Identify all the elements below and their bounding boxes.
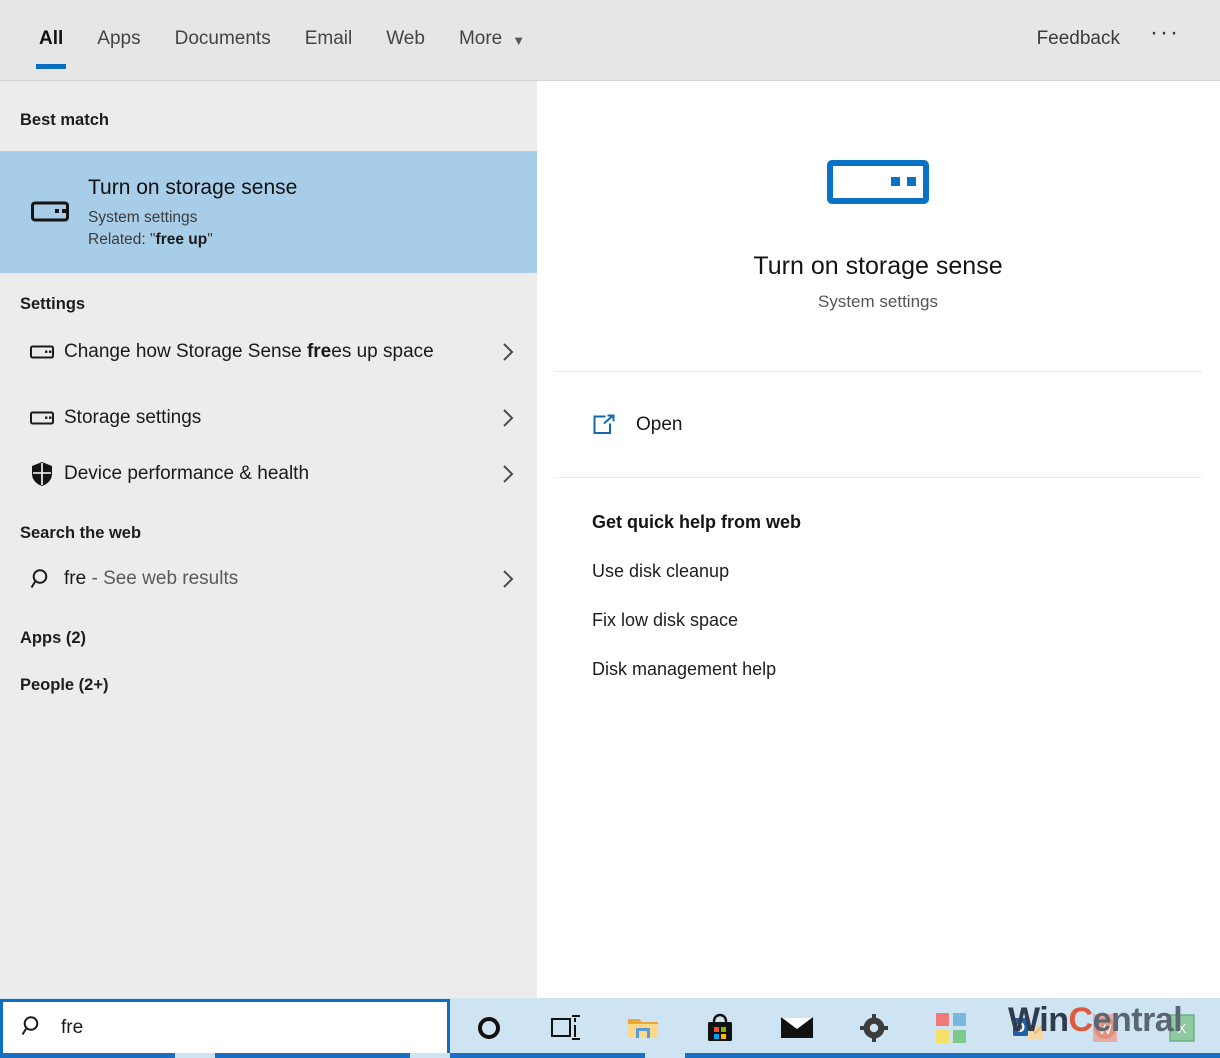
search-tabs: All Apps Documents Email Web More ▼ [0,0,542,78]
tab-apps-label: Apps [97,28,141,49]
tab-web[interactable]: Web [369,0,442,78]
chevron-right-icon[interactable] [493,340,523,364]
related-prefix: Related: " [88,230,156,248]
settings-gear-icon[interactable] [835,998,912,1058]
storage-drive-icon [22,199,78,225]
tab-documents-label: Documents [174,28,271,49]
settings-item-label: Change how Storage Sense frees up space [64,339,493,365]
strip-gap-2 [410,1053,450,1058]
preview-pane: Turn on storage sense System settings Op… [554,99,1202,979]
preview-title: Turn on storage sense [753,251,1003,280]
quick-help-section: Get quick help from web Use disk cleanup… [554,478,1202,680]
web-search-label: fre - See web results [64,566,493,592]
settings-item-device-performance-health[interactable]: Device performance & health [0,446,537,502]
web-search-query: fre [64,568,87,590]
tab-more-label: More [458,28,503,49]
quick-help-link-disk-management-help[interactable]: Disk management help [592,659,1202,680]
chevron-right-icon[interactable] [493,406,523,430]
open-button[interactable]: Open [554,372,1202,478]
quick-help-title: Get quick help from web [592,512,802,532]
outlook-icon[interactable] [989,998,1066,1058]
settings-item-storage-settings[interactable]: Storage settings [0,390,537,446]
header-actions: Feedback ··· [1023,0,1220,78]
best-match-texts: Turn on storage sense System settings Re… [88,175,297,248]
task-view-icon[interactable] [527,998,604,1058]
label-pre: Storage settings [64,407,202,429]
label-pre: Change how Storage Sense [64,341,307,363]
search-header: All Apps Documents Email Web More ▼ Feed… [0,0,1220,81]
tab-apps[interactable]: Apps [80,0,157,78]
tab-all[interactable]: All [22,0,80,78]
more-options-icon[interactable]: ··· [1134,19,1196,47]
tab-more[interactable]: More ▼ [442,0,542,78]
strip-gap-3 [645,1053,685,1058]
search-input-value: fre [61,1017,84,1038]
best-match-related: Related: "free up" [88,231,297,249]
office-icon[interactable] [912,998,989,1058]
storage-drive-icon [20,344,64,360]
open-label: Open [636,413,683,435]
chevron-right-icon[interactable] [493,462,523,486]
settings-heading: Settings [20,295,86,313]
related-suffix: " [207,230,213,248]
strip-gap-1 [175,1053,215,1058]
search-input[interactable]: fre [0,998,450,1058]
search-icon [21,1014,45,1043]
label-post: es up space [331,341,434,363]
chevron-down-icon: ▼ [512,32,526,48]
best-match-result[interactable]: Turn on storage sense System settings Re… [0,151,537,273]
label-pre: Device performance & health [64,463,310,485]
web-search-suffix: - See web results [86,568,239,590]
settings-item-change-storage-sense[interactable]: Change how Storage Sense frees up space [0,314,537,390]
quick-help-link-fix-low-disk-space[interactable]: Fix low disk space [592,610,1202,631]
file-explorer-icon[interactable] [604,998,681,1058]
web-search-item[interactable]: fre - See web results [0,551,537,607]
related-term: free up [155,230,208,248]
tab-email-label: Email [304,28,353,49]
windows-search-flyout: All Apps Documents Email Web More ▼ Feed… [0,0,1220,1058]
group-heading-people[interactable]: People (2+) [0,654,537,701]
tab-documents[interactable]: Documents [158,0,288,78]
search-icon [20,567,64,591]
mail-icon[interactable] [758,998,835,1058]
quick-help-link-use-disk-cleanup[interactable]: Use disk cleanup [592,561,1202,582]
preview-subtitle: System settings [818,291,938,311]
taskbar: fre W X [0,998,1220,1058]
cortana-icon[interactable] [450,998,527,1058]
word-icon[interactable]: W [1066,998,1143,1058]
tab-all-label: All [39,28,64,49]
storage-drive-icon [20,410,64,426]
microsoft-store-icon[interactable] [681,998,758,1058]
open-external-icon [592,414,626,436]
taskbar-icons: W X [450,998,1220,1058]
search-the-web-heading: Search the web [20,524,142,542]
preview-header: Turn on storage sense System settings [554,99,1202,372]
best-match-title: Turn on storage sense [88,176,298,200]
chevron-right-icon[interactable] [493,567,523,591]
best-match-heading: Best match [20,111,109,129]
label-highlight: fre [306,341,332,363]
excel-icon[interactable]: X [1143,998,1220,1058]
svg-text:X: X [1177,1021,1186,1036]
group-heading-apps[interactable]: Apps (2) [0,607,537,654]
svg-text:W: W [1098,1021,1112,1037]
tab-email[interactable]: Email [288,0,370,78]
shield-icon [20,461,64,487]
tab-web-label: Web [386,28,425,49]
best-match-subtitle: System settings [88,208,198,226]
settings-item-label: Device performance & health [64,461,493,487]
storage-drive-icon-large [827,159,929,210]
results-pane: Best match Turn on storage sense System … [0,81,537,998]
feedback-button[interactable]: Feedback [1023,28,1134,50]
settings-item-label: Storage settings [64,405,493,431]
